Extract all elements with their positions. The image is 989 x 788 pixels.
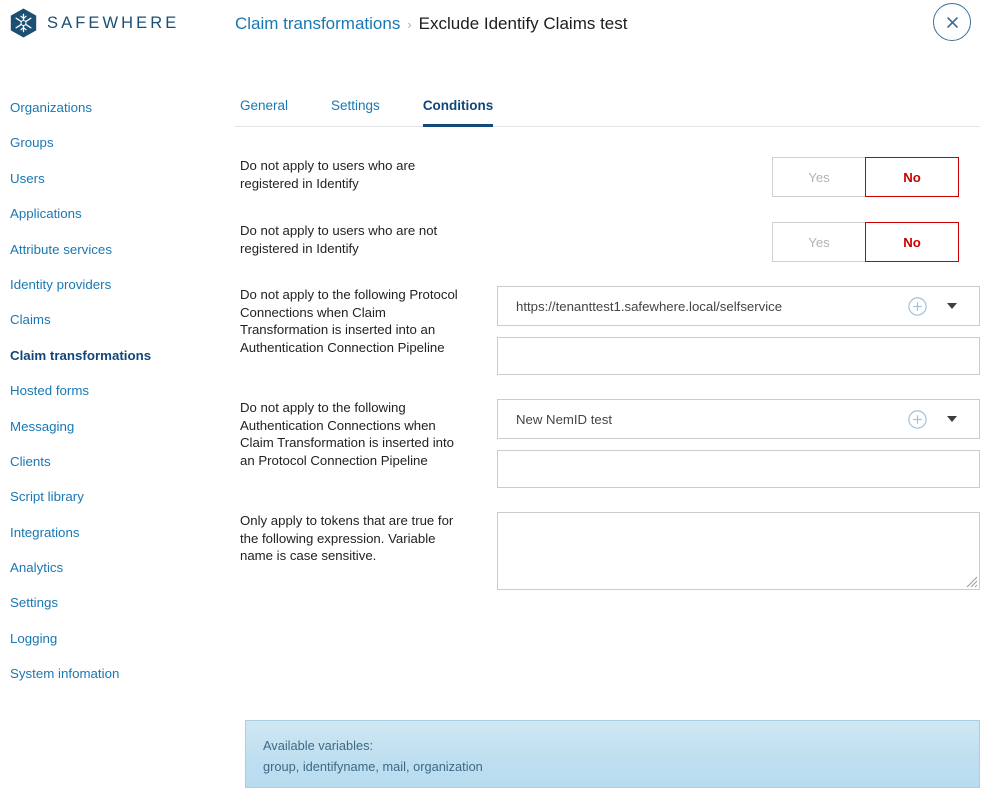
chevron-down-icon-authentication[interactable]	[947, 416, 957, 422]
toggle-no-registered[interactable]: No	[865, 157, 959, 197]
sidebar-item-applications[interactable]: Applications	[10, 207, 235, 221]
sidebar-item-clients[interactable]: Clients	[10, 455, 235, 469]
available-variables-panel: Available variables: group, identifyname…	[245, 719, 980, 788]
select-authentication-connections-value: New NemID test	[516, 411, 612, 427]
input-protocol-connections-extra[interactable]	[497, 337, 980, 375]
expression-textarea[interactable]	[498, 513, 979, 589]
row-field-authentication-connections: New NemID test	[485, 399, 980, 488]
snowflake-hexagon-logo-icon	[10, 8, 37, 38]
sidebar-nav: Organizations Groups Users Applications …	[0, 58, 235, 703]
sidebar-item-hosted-forms[interactable]: Hosted forms	[10, 384, 235, 398]
form-row-not-registered-in-identify: Do not apply to users who are not regist…	[240, 222, 980, 262]
form-row-expression: Only apply to tokens that are true for t…	[240, 512, 980, 590]
toggle-registered-in-identify: Yes No	[772, 157, 980, 197]
tab-general[interactable]: General	[240, 98, 288, 127]
sidebar-item-claim-transformations[interactable]: Claim transformations	[10, 348, 235, 362]
input-authentication-connections-extra[interactable]	[497, 450, 980, 488]
row-field-protocol-connections: https://tenanttest1.safewhere.local/self…	[485, 286, 980, 375]
breadcrumb: Claim transformations › Exclude Identify…	[235, 8, 627, 34]
expression-textarea-wrapper	[497, 512, 980, 590]
tab-bar: General Settings Conditions	[235, 98, 980, 127]
breadcrumb-separator-icon: ›	[407, 17, 412, 32]
page-layout: Organizations Groups Users Applications …	[0, 58, 989, 703]
sidebar-item-integrations[interactable]: Integrations	[10, 525, 235, 539]
sidebar-item-analytics[interactable]: Analytics	[10, 561, 235, 575]
toggle-yes-registered[interactable]: Yes	[772, 157, 866, 197]
row-field-not-registered-in-identify: Yes No	[485, 222, 980, 262]
chevron-down-icon-protocol[interactable]	[947, 303, 957, 309]
sidebar-item-logging[interactable]: Logging	[10, 632, 235, 646]
row-label-protocol-connections: Do not apply to the following Protocol C…	[240, 287, 458, 355]
plus-circle-icon[interactable]	[908, 409, 927, 429]
available-variables-list: group, identifyname, mail, organization	[263, 758, 483, 774]
sidebar-item-claims[interactable]: Claims	[10, 313, 235, 327]
breadcrumb-parent-link[interactable]: Claim transformations	[235, 14, 400, 34]
sidebar-item-attribute-services[interactable]: Attribute services	[10, 242, 235, 256]
row-label-registered-in-identify: Do not apply to users who are registered…	[240, 158, 416, 191]
brand-name: SAFEWHERE	[47, 13, 180, 32]
tab-conditions[interactable]: Conditions	[422, 98, 494, 127]
row-field-expression	[485, 512, 980, 590]
app-header: SAFEWHERE Claim transformations › Exclud…	[0, 0, 989, 58]
sidebar-item-system-infomation[interactable]: System infomation	[10, 667, 235, 681]
form-row-protocol-connections: Do not apply to the following Protocol C…	[240, 286, 980, 375]
sidebar-item-users[interactable]: Users	[10, 171, 235, 185]
toggle-not-registered-in-identify: Yes No	[772, 222, 980, 262]
tab-settings[interactable]: Settings	[331, 98, 380, 127]
toggle-yes-not-registered[interactable]: Yes	[772, 222, 866, 262]
toggle-no-not-registered[interactable]: No	[865, 222, 959, 262]
brand: SAFEWHERE	[0, 8, 235, 38]
row-field-registered-in-identify: Yes No	[485, 157, 980, 197]
row-label-authentication-connections: Do not apply to the following Authentica…	[240, 400, 455, 468]
breadcrumb-current: Exclude Identify Claims test	[418, 14, 628, 33]
sidebar-item-organizations[interactable]: Organizations	[10, 101, 235, 115]
select-protocol-connections[interactable]: https://tenanttest1.safewhere.local/self…	[497, 286, 980, 326]
select-authentication-connections[interactable]: New NemID test	[497, 399, 980, 439]
sidebar-item-groups[interactable]: Groups	[10, 136, 235, 150]
sidebar-item-settings[interactable]: Settings	[10, 596, 235, 610]
sidebar-item-messaging[interactable]: Messaging	[10, 419, 235, 433]
row-label-expression: Only apply to tokens that are true for t…	[240, 513, 454, 563]
conditions-form: Do not apply to users who are registered…	[235, 127, 980, 590]
select-protocol-connections-value: https://tenanttest1.safewhere.local/self…	[516, 298, 783, 314]
sidebar-item-identity-providers[interactable]: Identity providers	[10, 278, 235, 292]
available-variables-title: Available variables:	[263, 737, 374, 753]
resize-grip-icon[interactable]	[963, 573, 978, 588]
row-label-not-registered-in-identify: Do not apply to users who are not regist…	[240, 223, 438, 256]
form-row-registered-in-identify: Do not apply to users who are registered…	[240, 157, 980, 197]
close-button[interactable]	[933, 3, 971, 41]
close-x-icon	[946, 16, 958, 28]
sidebar-item-script-library[interactable]: Script library	[10, 490, 235, 504]
form-row-authentication-connections: Do not apply to the following Authentica…	[240, 399, 980, 488]
plus-circle-icon[interactable]	[908, 296, 927, 316]
main-content: General Settings Conditions Do not apply…	[235, 58, 989, 590]
